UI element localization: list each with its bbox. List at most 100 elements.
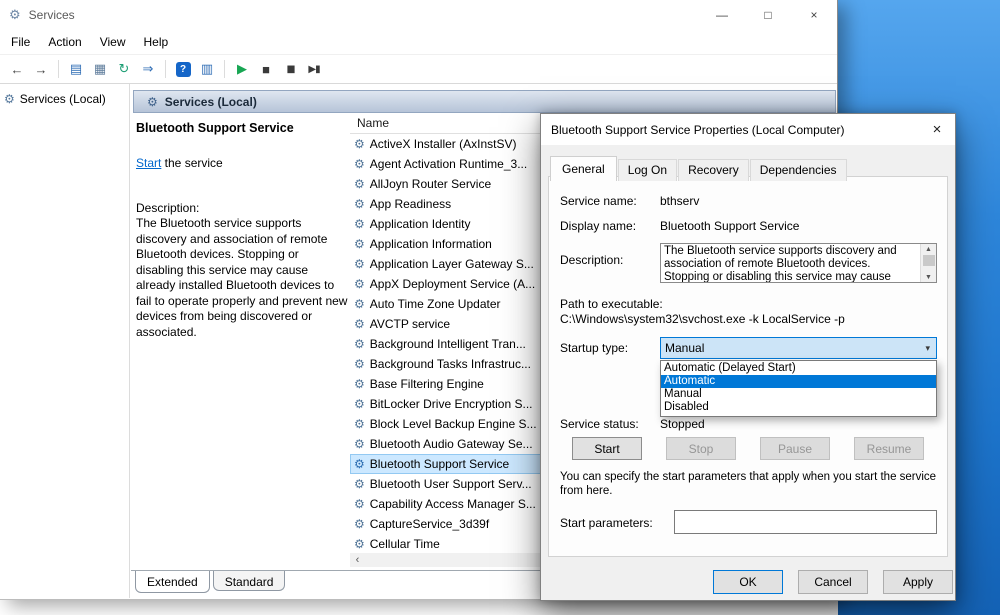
pause-service-icon: ▮▮	[286, 64, 293, 75]
dialog-tab-strip: General Log On Recovery Dependencies	[550, 156, 848, 181]
refresh-button[interactable]: ↻	[112, 58, 136, 80]
service-gear-icon: ⚙	[354, 277, 365, 291]
service-gear-icon: ⚙	[354, 437, 365, 451]
show-console-tree-button[interactable]: ▤	[64, 58, 88, 80]
tab-dependencies[interactable]: Dependencies	[750, 159, 847, 181]
pause-service-button[interactable]: ▮▮	[278, 58, 302, 80]
toolbar-separator	[165, 60, 166, 78]
new-window-button[interactable]: ▥	[195, 58, 219, 80]
service-gear-icon: ⚙	[354, 257, 365, 271]
service-row-label: AllJoyn Router Service	[370, 177, 491, 191]
tab-standard[interactable]: Standard	[213, 571, 286, 591]
window-title: Services	[29, 8, 75, 22]
properties-button[interactable]: ▦	[88, 58, 112, 80]
start-service-button[interactable]: ▶	[230, 58, 254, 80]
startup-type-value: Manual	[665, 341, 704, 355]
services-app-icon: ⚙	[9, 7, 21, 23]
start-parameters-label: Start parameters:	[560, 516, 653, 530]
dialog-titlebar[interactable]: Bluetooth Support Service Properties (Lo…	[541, 114, 955, 145]
service-gear-icon: ⚙	[354, 137, 365, 151]
start-service-link[interactable]: Start	[136, 156, 161, 170]
menu-item[interactable]: Action	[39, 31, 90, 53]
start-parameters-hint: You can specify the start parameters tha…	[560, 470, 942, 498]
description-textbox[interactable]: The Bluetooth service supports discovery…	[660, 243, 937, 283]
scrollbar-thumb[interactable]	[923, 255, 935, 266]
description-label: Description:	[560, 253, 623, 267]
service-name-label: Service name:	[560, 194, 637, 208]
path-label: Path to executable:	[560, 297, 663, 311]
tab-general[interactable]: General	[550, 156, 617, 181]
service-gear-icon: ⚙	[354, 377, 365, 391]
service-row-label: Auto Time Zone Updater	[370, 297, 501, 311]
service-row-label: Bluetooth Audio Gateway Se...	[370, 437, 533, 451]
service-row-label: Application Information	[370, 237, 492, 251]
service-row-label: Bluetooth User Support Serv...	[370, 477, 532, 491]
scroll-down-icon[interactable]: ▼	[925, 272, 932, 282]
back-button[interactable]: ←	[5, 58, 29, 80]
startup-option[interactable]: Automatic	[661, 375, 936, 388]
ok-button[interactable]: OK	[713, 570, 783, 594]
cancel-button[interactable]: Cancel	[798, 570, 868, 594]
dialog-close-button[interactable]: ×	[919, 114, 955, 145]
toolbar-separator	[58, 60, 59, 78]
export-list-icon: ⇒	[143, 61, 154, 77]
startup-option[interactable]: Automatic (Delayed Start)	[661, 362, 936, 375]
display-name-label: Display name:	[560, 219, 636, 233]
description-text: The Bluetooth service supports discovery…	[661, 244, 918, 283]
service-row-label: Cellular Time	[370, 537, 440, 551]
service-row-label: Background Intelligent Tran...	[370, 337, 526, 351]
resume-button[interactable]: Resume	[854, 437, 924, 460]
service-status-label: Service status:	[560, 417, 639, 431]
service-row-label: Agent Activation Runtime_3...	[370, 157, 527, 171]
service-gear-icon: ⚙	[354, 297, 365, 311]
tree-item-services-local[interactable]: ⚙ Services (Local)	[0, 89, 129, 109]
menu-item[interactable]: Help	[135, 31, 178, 53]
service-status-value: Stopped	[660, 417, 705, 431]
startup-option[interactable]: Manual	[661, 388, 936, 401]
service-row-label: AppX Deployment Service (A...	[370, 277, 535, 291]
tree-item-label: Services (Local)	[20, 92, 106, 106]
chevron-down-icon: ▾	[925, 343, 936, 354]
tab-extended[interactable]: Extended	[135, 571, 210, 593]
pause-button[interactable]: Pause	[760, 437, 830, 460]
menu-bar: FileActionViewHelp	[0, 30, 837, 55]
close-button[interactable]: ×	[791, 0, 837, 30]
service-row-label: CaptureService_3d39f	[370, 517, 489, 531]
stop-button[interactable]: Stop	[666, 437, 736, 460]
service-gear-icon: ⚙	[354, 337, 365, 351]
display-name-value: Bluetooth Support Service	[660, 219, 799, 233]
forward-button[interactable]: →	[29, 58, 53, 80]
help-icon: ?	[176, 62, 191, 77]
pane-header-label: Services (Local)	[165, 95, 257, 109]
start-parameters-input[interactable]	[674, 510, 937, 534]
scroll-left-icon[interactable]: ‹	[350, 553, 365, 567]
tab-log-on[interactable]: Log On	[618, 159, 677, 181]
startup-type-dropdown: Automatic (Delayed Start)AutomaticManual…	[660, 360, 937, 417]
minimize-icon: —	[716, 8, 728, 22]
start-button[interactable]: Start	[572, 437, 642, 460]
service-row-label: Block Level Backup Engine S...	[370, 417, 537, 431]
description-scrollbar[interactable]: ▲ ▼	[920, 244, 936, 282]
restart-service-button[interactable]: ▶▮	[302, 58, 326, 80]
service-gear-icon: ⚙	[354, 357, 365, 371]
apply-button[interactable]: Apply	[883, 570, 953, 594]
maximize-button[interactable]: □	[745, 0, 791, 30]
startup-type-combobox[interactable]: Manual ▾	[660, 337, 937, 359]
window-titlebar[interactable]: ⚙ Services — □ ×	[0, 0, 837, 30]
menu-item[interactable]: File	[2, 31, 39, 53]
menu-item[interactable]: View	[91, 31, 135, 53]
toolbar-separator	[224, 60, 225, 78]
export-list-button[interactable]: ⇒	[136, 58, 160, 80]
service-row-label: ActiveX Installer (AxInstSV)	[370, 137, 517, 151]
minimize-button[interactable]: —	[699, 0, 745, 30]
pane-header-icon: ⚙	[147, 95, 158, 109]
tab-recovery[interactable]: Recovery	[678, 159, 749, 181]
show-console-tree-icon: ▤	[70, 61, 82, 77]
service-action-line: Start the service	[136, 156, 349, 170]
stop-service-button[interactable]: ■	[254, 58, 278, 80]
scroll-up-icon[interactable]: ▲	[925, 244, 932, 254]
startup-option[interactable]: Disabled	[661, 401, 936, 414]
back-icon: ←	[11, 62, 24, 77]
help-button[interactable]: ?	[171, 58, 195, 80]
service-action-suffix: the service	[161, 156, 222, 170]
